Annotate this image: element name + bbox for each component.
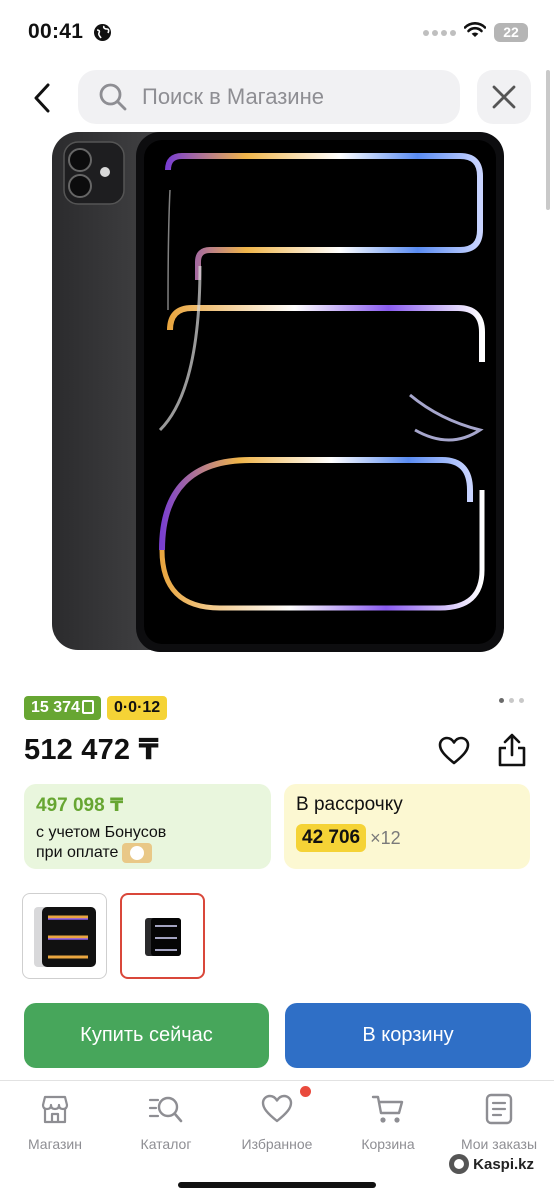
nav-label: Каталог	[140, 1136, 192, 1152]
bonus-badge-value: 15 374	[31, 699, 80, 716]
nav-label: Избранное	[241, 1136, 313, 1152]
bottom-nav: Магазин Каталог Избранное Корзина Мои за…	[0, 1082, 554, 1162]
bonus-price: 497 098 ₸	[36, 795, 124, 816]
search-bar[interactable]	[78, 70, 460, 124]
signal-dots-icon	[423, 29, 456, 36]
thumbnail-image	[144, 918, 181, 956]
color-variant-silver[interactable]	[22, 893, 107, 979]
chevron-left-icon	[34, 83, 50, 113]
share-button[interactable]	[492, 729, 532, 771]
buy-now-button[interactable]: Купить сейчас	[24, 1003, 269, 1068]
favorite-button[interactable]	[434, 731, 474, 771]
thumbnail-image	[33, 907, 96, 967]
bonus-note-line2: при оплате	[36, 844, 119, 862]
image-carousel-dots	[499, 698, 524, 703]
carousel-dot	[509, 698, 514, 703]
nav-label: Мои заказы	[460, 1136, 538, 1152]
nav-item-orders[interactable]: Мои заказы	[444, 1090, 554, 1152]
heart-icon	[222, 1090, 332, 1128]
bonus-note: с учетом Бонусов при оплате	[36, 823, 259, 863]
favorites-notification-dot	[300, 1086, 311, 1097]
nav-item-favorites[interactable]: Избранное	[222, 1090, 332, 1152]
product-badges: 15 374 0·0·12	[24, 696, 168, 720]
nav-item-cart[interactable]: Корзина	[333, 1090, 443, 1152]
carousel-dot	[519, 698, 524, 703]
orders-icon	[444, 1090, 554, 1128]
color-variant-space-black[interactable]	[120, 893, 205, 979]
store-icon	[0, 1090, 110, 1128]
nav-label: Магазин	[27, 1136, 82, 1152]
product-price: 512 472 ₸	[24, 734, 159, 766]
installment-badge: 0·0·12	[106, 696, 168, 720]
close-button[interactable]	[477, 70, 531, 124]
heart-icon	[438, 736, 470, 765]
bonus-note-line1: с учетом Бонусов	[36, 824, 167, 841]
kaspi-watermark: Kaspi.kz	[449, 1154, 534, 1174]
add-to-cart-button[interactable]: В корзину	[285, 1003, 531, 1068]
nav-label: Корзина	[361, 1136, 415, 1152]
search-input[interactable]	[142, 84, 442, 110]
watermark-text: Kaspi.kz	[473, 1155, 534, 1173]
share-icon	[498, 733, 526, 767]
nav-item-catalog[interactable]: Каталог	[111, 1090, 221, 1152]
kaspi-pay-icon	[122, 843, 153, 863]
product-image[interactable]	[50, 130, 506, 654]
installment-card[interactable]: В рассрочку 42 706 ×12	[284, 784, 530, 869]
installment-title: В рассрочку	[296, 794, 403, 815]
battery-indicator: 22	[494, 23, 528, 42]
nav-item-store[interactable]: Магазин	[0, 1090, 110, 1152]
installment-amount: 42 706	[296, 824, 367, 852]
scrollbar[interactable]	[546, 70, 550, 210]
kaspi-logo-icon	[449, 1154, 470, 1174]
status-time: 00:41	[28, 20, 84, 43]
wifi-icon	[463, 22, 487, 43]
home-indicator[interactable]	[178, 1182, 376, 1188]
bonus-currency-icon	[81, 700, 94, 714]
location-globe-icon	[94, 24, 111, 41]
nav-divider	[0, 1080, 554, 1081]
bonus-price-card[interactable]: 497 098 ₸ с учетом Бонусов при оплате	[24, 784, 271, 869]
cart-icon	[333, 1090, 443, 1128]
catalog-search-icon	[111, 1090, 221, 1128]
installment-multiplier: ×12	[370, 827, 401, 848]
bonus-badge: 15 374	[24, 696, 101, 720]
close-icon	[492, 85, 516, 109]
status-right: 22	[423, 22, 528, 43]
carousel-dot	[499, 698, 504, 703]
search-icon	[99, 83, 127, 111]
back-button[interactable]	[24, 78, 60, 118]
status-bar: 00:41 22	[0, 0, 554, 64]
